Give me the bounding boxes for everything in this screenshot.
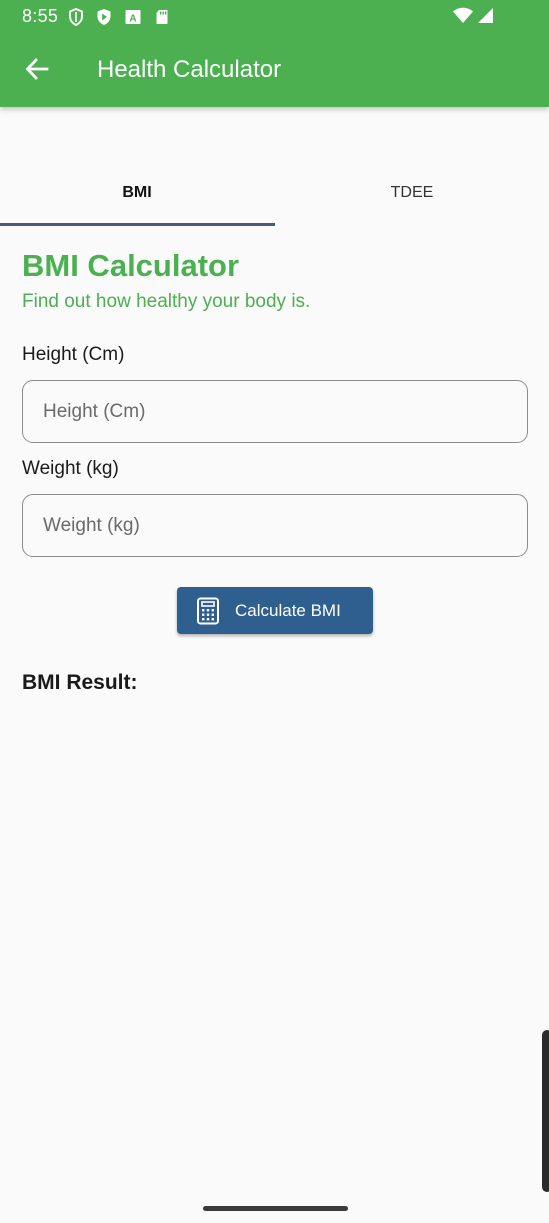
calculate-bmi-button[interactable]: Calculate BMI bbox=[177, 587, 373, 634]
height-label: Height (Cm) bbox=[22, 344, 125, 365]
signal-icon bbox=[475, 6, 495, 26]
bmi-header: BMI Calculator Find out how healthy your… bbox=[22, 246, 528, 314]
status-bar: 8:55 A bbox=[0, 0, 549, 34]
tab-indicator bbox=[0, 223, 275, 226]
height-input[interactable] bbox=[22, 380, 528, 443]
bmi-result-label: BMI Result: bbox=[22, 671, 138, 694]
tab-tdee-label: TDEE bbox=[390, 184, 434, 201]
tab-tdee[interactable]: TDEE bbox=[275, 160, 549, 226]
play-protect-icon bbox=[94, 7, 114, 27]
page-subtitle: Find out how healthy your body is. bbox=[22, 291, 311, 312]
svg-text:A: A bbox=[129, 14, 136, 25]
wifi-icon bbox=[452, 6, 474, 26]
tab-bmi[interactable]: BMI bbox=[0, 160, 274, 226]
calculate-bmi-label: Calculate BMI bbox=[235, 600, 341, 620]
tab-bar: BMI TDEE bbox=[0, 160, 549, 226]
top-app-bar: 8:55 A Health Calculator bbox=[0, 0, 549, 107]
back-button[interactable] bbox=[14, 46, 60, 92]
app-bar: Health Calculator bbox=[0, 34, 549, 107]
weight-label: Weight (kg) bbox=[22, 458, 119, 479]
shield-icon bbox=[66, 7, 86, 27]
tab-bmi-label: BMI bbox=[122, 184, 152, 201]
status-time: 8:55 bbox=[22, 6, 59, 26]
calculator-icon bbox=[196, 597, 220, 625]
font-a-icon: A bbox=[123, 7, 143, 27]
weight-input[interactable] bbox=[22, 494, 528, 557]
scroll-handle[interactable] bbox=[542, 1030, 549, 1192]
arrow-back-icon bbox=[24, 56, 50, 82]
app-title: Health Calculator bbox=[97, 56, 282, 83]
home-indicator[interactable] bbox=[203, 1206, 348, 1211]
page-title: BMI Calculator bbox=[22, 248, 240, 283]
sd-card-icon bbox=[152, 7, 172, 27]
